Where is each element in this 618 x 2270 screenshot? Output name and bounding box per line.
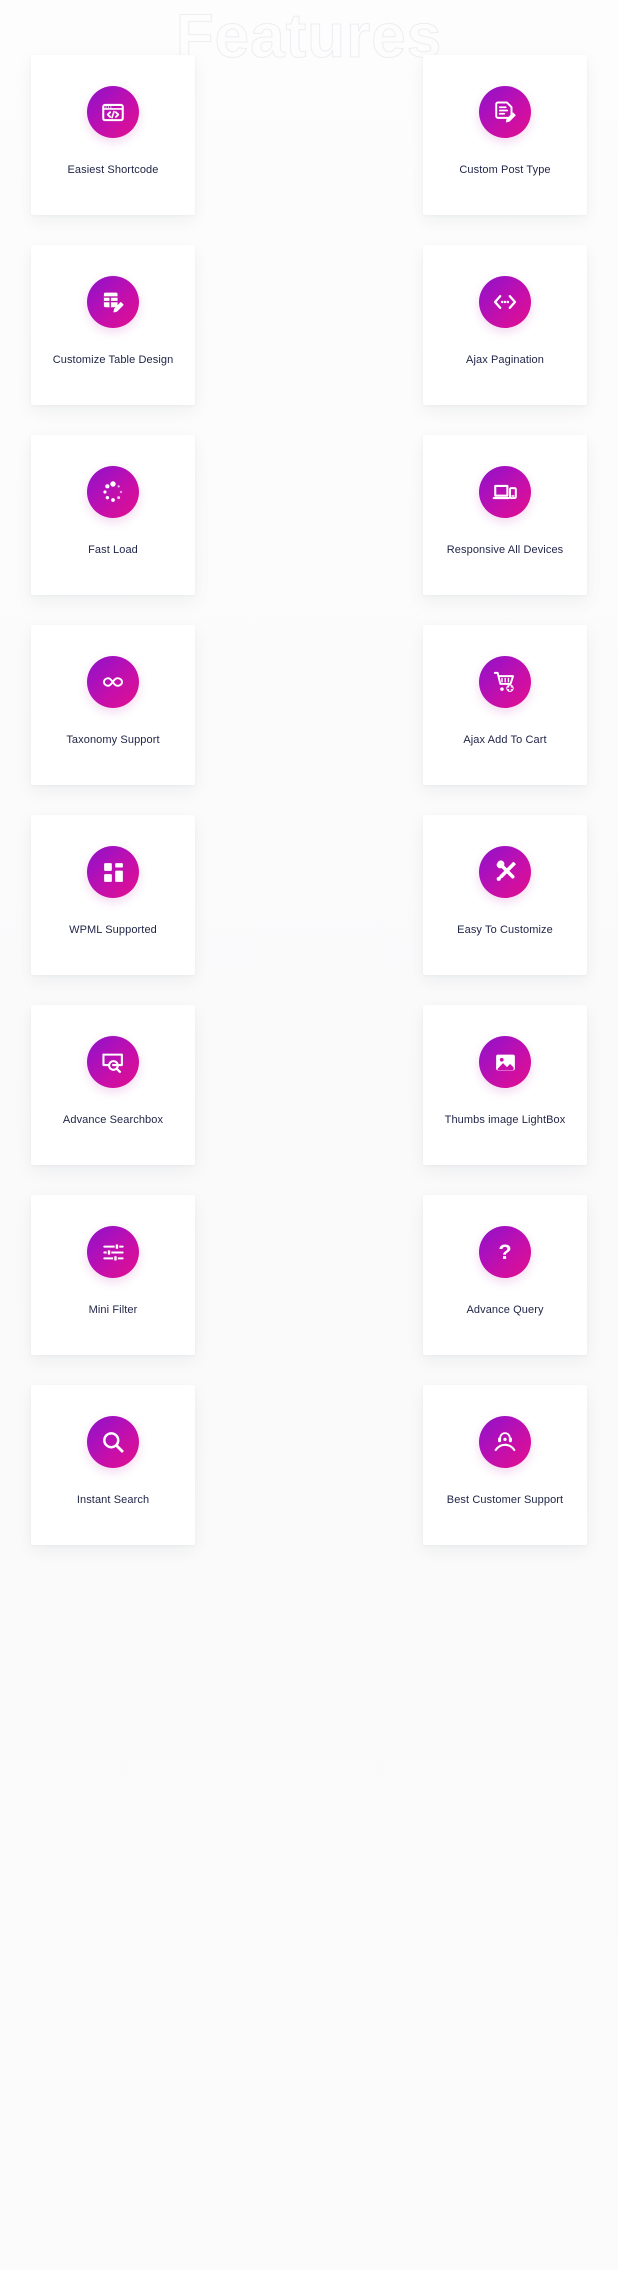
feature-card-label: Easiest Shortcode — [67, 164, 159, 176]
grid-blocks-icon — [87, 846, 139, 898]
feature-card[interactable]: Advance Searchbox — [31, 1005, 195, 1165]
feature-card[interactable]: Easiest Shortcode — [31, 55, 195, 215]
feature-card[interactable]: Best Customer Support — [423, 1385, 587, 1545]
spinner-dots-icon — [87, 466, 139, 518]
feature-card[interactable]: Responsive All Devices — [423, 435, 587, 595]
infinity-icon — [87, 656, 139, 708]
feature-card-label: Ajax Pagination — [466, 354, 544, 366]
code-window-icon — [87, 86, 139, 138]
feature-card-label: Easy To Customize — [457, 924, 553, 936]
feature-card-label: Ajax Add To Cart — [463, 734, 547, 746]
feature-card-label: Best Customer Support — [446, 1494, 564, 1506]
feature-card[interactable]: Taxonomy Support — [31, 625, 195, 785]
svg-text:?: ? — [498, 1239, 511, 1264]
feature-card[interactable]: WPML Supported — [31, 815, 195, 975]
feature-card-label: WPML Supported — [69, 924, 157, 936]
feature-card[interactable]: Thumbs image LightBox — [423, 1005, 587, 1165]
sliders-filter-icon — [87, 1226, 139, 1278]
magnifier-icon — [87, 1416, 139, 1468]
feature-card[interactable]: Ajax Pagination — [423, 245, 587, 405]
feature-card-label: Fast Load — [88, 544, 138, 556]
image-picture-icon — [479, 1036, 531, 1088]
support-hand-headset-icon — [479, 1416, 531, 1468]
feature-card[interactable]: Ajax Add To Cart — [423, 625, 587, 785]
feature-card-label: Taxonomy Support — [66, 734, 160, 746]
feature-card-label: Custom Post Type — [459, 164, 551, 176]
feature-card[interactable]: Customize Table Design — [31, 245, 195, 405]
feature-card-label: Customize Table Design — [52, 354, 174, 366]
left-right-arrows-icon — [479, 276, 531, 328]
feature-card[interactable]: Easy To Customize — [423, 815, 587, 975]
document-pencil-icon — [479, 86, 531, 138]
wrench-pencil-icon — [479, 846, 531, 898]
feature-card-label: Responsive All Devices — [446, 544, 564, 556]
question-mark-icon: ? — [479, 1226, 531, 1278]
feature-card[interactable]: Custom Post Type — [423, 55, 587, 215]
feature-card[interactable]: Mini Filter — [31, 1195, 195, 1355]
features-page: Features Easiest Shortcode Custom Post T… — [0, 0, 618, 2270]
features-grid: Easiest Shortcode Custom Post Type Custo… — [31, 55, 587, 1545]
feature-card-label: Advance Searchbox — [62, 1114, 164, 1126]
laptop-phone-icon — [479, 466, 531, 518]
feature-card-label: Thumbs image LightBox — [444, 1114, 566, 1126]
search-box-icon — [87, 1036, 139, 1088]
feature-card-label: Mini Filter — [88, 1304, 138, 1316]
feature-card-label: Instant Search — [76, 1494, 150, 1506]
feature-card[interactable]: Instant Search — [31, 1385, 195, 1545]
feature-card[interactable]: Fast Load — [31, 435, 195, 595]
table-edit-icon — [87, 276, 139, 328]
cart-plus-icon — [479, 656, 531, 708]
feature-card-label: Advance Query — [466, 1304, 544, 1316]
feature-card[interactable]: ? Advance Query — [423, 1195, 587, 1355]
